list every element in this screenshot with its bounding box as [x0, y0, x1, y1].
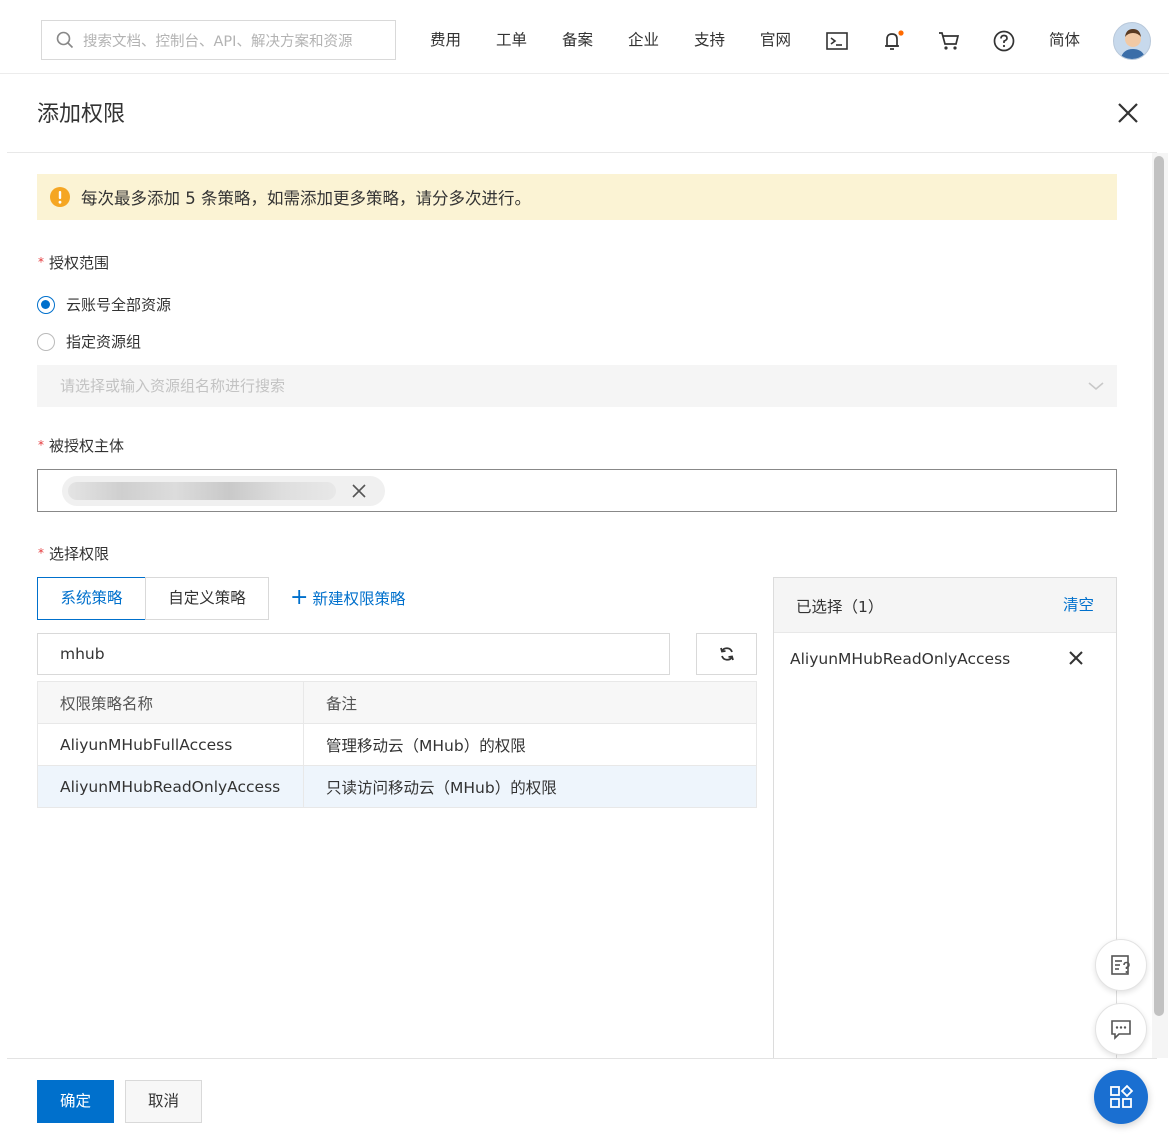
new-policy-label: 新建权限策略 [312, 590, 406, 608]
policy-filter-input[interactable]: mhub [37, 633, 670, 675]
refresh-icon [719, 646, 735, 662]
table-row-selected[interactable]: AliyunMHubReadOnlyAccess 只读访问移动云（MHub）的权… [37, 765, 757, 808]
policy-note-cell: 只读访问移动云（MHub）的权限 [303, 765, 757, 808]
chat-button[interactable] [1095, 1003, 1147, 1055]
search-placeholder: 搜索文档、控制台、API、解决方案和资源 [83, 33, 353, 50]
nav-enterprise[interactable]: 企业 [628, 26, 659, 54]
remove-principal-icon[interactable] [351, 483, 367, 499]
radio-resource-group-label: 指定资源组 [66, 333, 142, 351]
new-policy-link[interactable]: + 新建权限策略 [290, 587, 405, 609]
cart-icon[interactable] [936, 28, 962, 54]
apps-icon [1108, 1084, 1134, 1110]
chevron-down-icon [1087, 377, 1105, 395]
refresh-button[interactable] [696, 633, 757, 675]
table-header-row: 权限策略名称 备注 [37, 681, 757, 724]
selected-panel-header: 已选择（1） 清空 [774, 578, 1116, 633]
radio-button-unchecked[interactable] [37, 332, 55, 351]
terminal-icon[interactable] [824, 28, 850, 54]
remove-selected-icon[interactable] [1067, 649, 1085, 667]
column-header-note: 备注 [303, 681, 757, 724]
cancel-button[interactable]: 取消 [125, 1080, 202, 1123]
top-navigation-bar: 搜索文档、控制台、API、解决方案和资源 费用 工单 备案 企业 支持 官网 简… [0, 0, 1169, 74]
radio-all-resources[interactable]: 云账号全部资源 [37, 294, 171, 315]
resource-group-placeholder: 请选择或输入资源组名称进行搜索 [60, 377, 286, 395]
scrollbar-thumb[interactable] [1154, 156, 1164, 1016]
warning-icon [49, 186, 71, 208]
selected-policy-item: AliyunMHubReadOnlyAccess [790, 650, 1011, 668]
selected-count-title: 已选择（1） [796, 598, 884, 616]
confirm-button[interactable]: 确定 [37, 1080, 114, 1123]
help-icon[interactable] [991, 28, 1017, 54]
user-avatar[interactable] [1113, 22, 1151, 60]
principal-tag [62, 476, 385, 506]
policy-name-cell: AliyunMHubReadOnlyAccess [37, 765, 304, 808]
feedback-icon [1109, 953, 1133, 977]
plus-icon: + [290, 585, 309, 610]
alert-text: 每次最多添加 5 条策略，如需添加更多策略，请分多次进行。 [81, 189, 531, 208]
resource-group-select: 请选择或输入资源组名称进行搜索 [37, 365, 1117, 407]
nav-official-site[interactable]: 官网 [760, 26, 791, 54]
footer-divider [7, 1058, 1157, 1059]
clear-selection-link[interactable]: 清空 [1063, 593, 1094, 615]
nav-support[interactable]: 支持 [694, 26, 725, 54]
search-icon [56, 31, 74, 49]
panel-title: 添加权限 [37, 102, 126, 127]
close-icon[interactable] [1114, 99, 1142, 127]
radio-button-checked[interactable] [37, 295, 55, 314]
apps-button[interactable] [1094, 1070, 1148, 1124]
header-divider [7, 152, 1157, 153]
radio-resource-group[interactable]: 指定资源组 [37, 331, 141, 352]
tab-system-policy[interactable]: 系统策略 [37, 577, 146, 620]
feedback-button[interactable] [1095, 939, 1147, 991]
permissions-label: * 选择权限 [38, 545, 110, 563]
table-row[interactable]: AliyunMHubFullAccess 管理移动云（MHub）的权限 [37, 723, 757, 766]
nav-billing[interactable]: 费用 [430, 26, 461, 54]
nav-icp-filing[interactable]: 备案 [562, 26, 593, 54]
policy-name-cell: AliyunMHubFullAccess [37, 723, 304, 766]
principal-label: * 被授权主体 [38, 437, 125, 455]
principal-input[interactable] [37, 469, 1117, 512]
chat-icon [1109, 1017, 1133, 1041]
column-header-policy-name: 权限策略名称 [37, 681, 304, 724]
policy-note-cell: 管理移动云（MHub）的权限 [303, 723, 757, 766]
policy-table: 权限策略名称 备注 AliyunMHubFullAccess 管理移动云（MHu… [37, 681, 757, 808]
language-switch[interactable]: 简体 [1049, 26, 1080, 54]
policy-limit-alert: 每次最多添加 5 条策略，如需添加更多策略，请分多次进行。 [37, 174, 1117, 220]
radio-all-resources-label: 云账号全部资源 [66, 296, 172, 314]
bell-icon[interactable] [880, 28, 906, 54]
global-search-input[interactable]: 搜索文档、控制台、API、解决方案和资源 [41, 20, 396, 60]
selected-policies-panel: 已选择（1） 清空 AliyunMHubReadOnlyAccess [773, 577, 1117, 1058]
principal-name-redacted [68, 482, 336, 500]
nav-tickets[interactable]: 工单 [496, 26, 527, 54]
tab-custom-policy[interactable]: 自定义策略 [145, 577, 269, 620]
scope-label: * 授权范围 [38, 254, 110, 272]
